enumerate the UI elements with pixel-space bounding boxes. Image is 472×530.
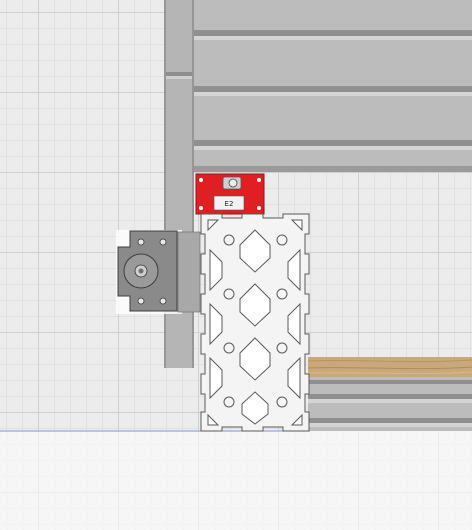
bolt-icon: [137, 297, 145, 305]
endstop-label: E2: [225, 200, 234, 208]
wood-panel[interactable]: [307, 357, 472, 377]
horizontal-extrusion-bottom[interactable]: [308, 377, 472, 431]
cad-viewport[interactable]: E2: [0, 0, 472, 530]
cad-model[interactable]: E2: [0, 0, 472, 530]
bolt-icon: [159, 238, 167, 246]
bolt-icon: [159, 297, 167, 305]
horizontal-extrusion-top[interactable]: [193, 0, 472, 172]
bolt-icon: [228, 178, 238, 188]
stepper-motor-mount-plate[interactable]: [116, 230, 201, 314]
lower-area: [0, 430, 472, 530]
red-endstop-plate[interactable]: E2: [195, 173, 265, 215]
aluminum-profile-cross-section[interactable]: [200, 213, 310, 432]
bolt-icon: [137, 238, 145, 246]
